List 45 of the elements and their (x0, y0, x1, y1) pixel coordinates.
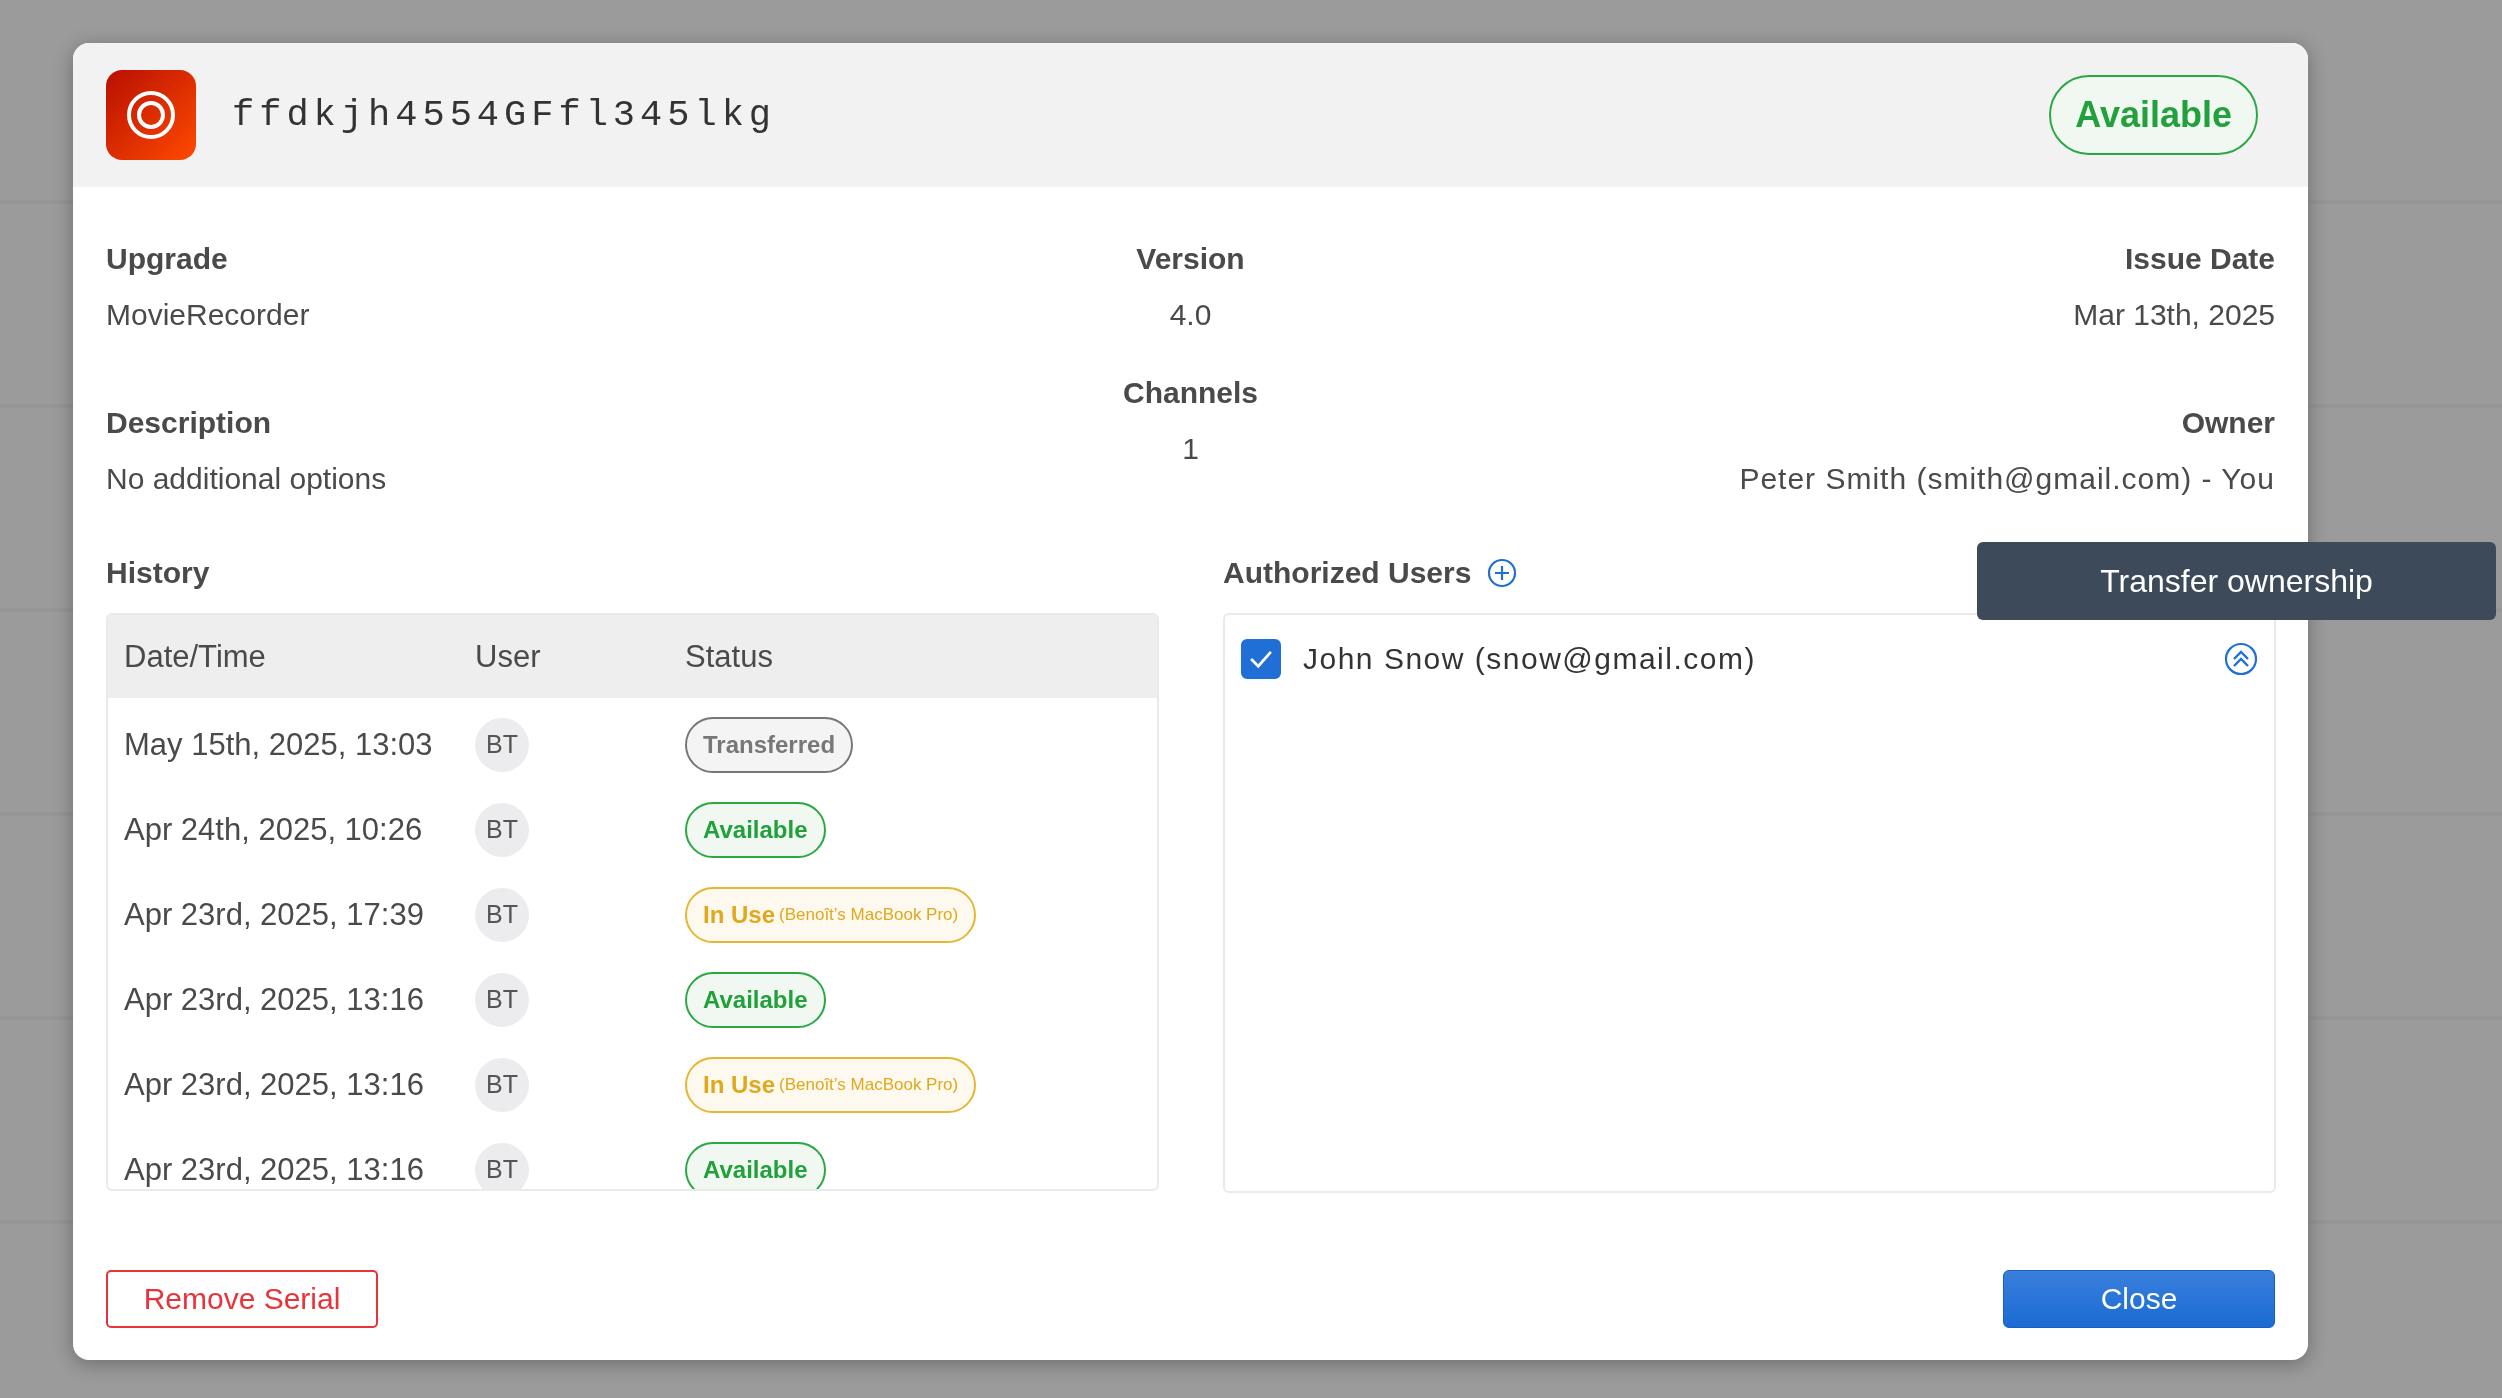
chevron-up-icon[interactable] (2224, 642, 2258, 676)
section-title: Authorized Users (1223, 555, 1472, 591)
column-header: User (475, 638, 542, 675)
column-header: Date/Time (123, 638, 267, 675)
status-badge: In Use (Benoît’s MacBook Pro) (685, 1056, 977, 1113)
close-button[interactable]: Close (2003, 1270, 2275, 1328)
field-value: No additional options (106, 461, 387, 497)
table-cell-text: Apr 23rd, 2025, 13:16 (123, 1066, 425, 1103)
status-badge: In Use (Benoît’s MacBook Pro) (685, 886, 977, 943)
status-badge: Available (685, 971, 826, 1028)
user-avatar: BT (475, 802, 529, 857)
status-badge: Available (2049, 75, 2258, 155)
field-label: Channels (1123, 375, 1258, 411)
checkbox[interactable] (1241, 639, 1281, 679)
serial-number: ffdkjh4554GFfl345lkg (232, 94, 778, 136)
field-value: Mar 13th, 2025 (2073, 297, 2275, 333)
section-title: History (106, 555, 210, 591)
table-cell-text: Apr 24th, 2025, 10:26 (123, 811, 424, 848)
field-value: MovieRecorder (106, 297, 310, 333)
user-avatar: BT (475, 887, 529, 942)
field-value: 4.0 (1169, 297, 1212, 333)
status-badge: Available (685, 801, 826, 858)
status-badge: Transferred (685, 716, 854, 773)
user-avatar: BT (475, 717, 529, 772)
field-label: Owner (2181, 405, 2275, 441)
tooltip: Transfer ownership (1977, 542, 2496, 620)
table-cell-text: Apr 23rd, 2025, 17:39 (123, 896, 425, 933)
column-header: Status (685, 638, 774, 675)
field-label: Upgrade (106, 241, 228, 277)
table-cell-text: Apr 23rd, 2025, 13:16 (123, 1151, 425, 1188)
add-icon[interactable] (1487, 558, 1518, 588)
field-label: Description (106, 405, 272, 441)
user-avatar: BT (475, 972, 529, 1027)
field-value: 1 (1182, 431, 1199, 467)
user-avatar: BT (475, 1142, 529, 1189)
status-badge: Available (685, 1141, 826, 1189)
record-app-icon (106, 70, 196, 160)
user-avatar: BT (475, 1057, 529, 1112)
table-cell-text: May 15th, 2025, 13:03 (123, 726, 434, 763)
field-label: Version (1136, 241, 1245, 277)
remove-serial-button[interactable]: Remove Serial (106, 1270, 378, 1328)
field-label: Issue Date (2124, 241, 2275, 277)
field-value: Peter Smith (smith@gmail.com) - You (1739, 461, 2275, 497)
user-name: John Snow (snow@gmail.com) (1303, 642, 1757, 676)
table-cell-text: Apr 23rd, 2025, 13:16 (123, 981, 425, 1018)
